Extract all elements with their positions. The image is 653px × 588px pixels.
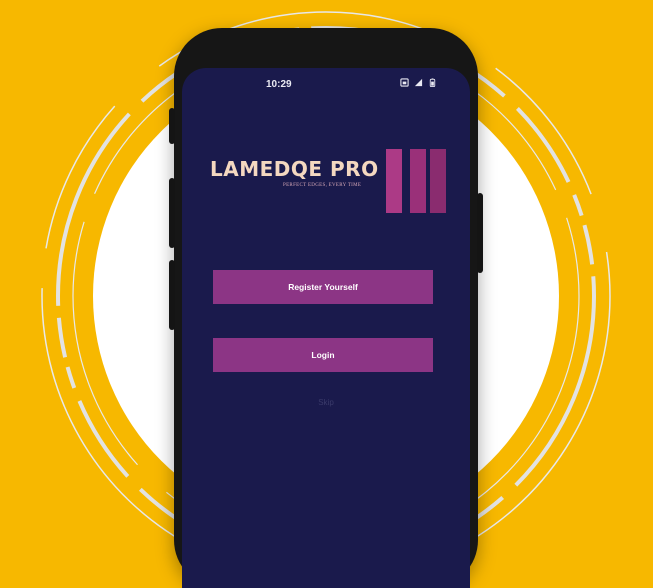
action-side-button [169,108,175,144]
logo-wordmark: LAMEDQE PRO [210,157,379,181]
battery-icon [429,78,436,87]
logo-bar-2 [410,149,426,213]
phone-mockup: 10:29 LAMEDQE PRO PERFECT EDGES, EVERY T… [169,28,483,588]
app-logo: LAMEDQE PRO PERFECT EDGES, EVERY TIME [210,149,468,213]
status-time: 10:29 [266,79,292,90]
signal-icon [414,78,423,87]
app-screen: 10:29 LAMEDQE PRO PERFECT EDGES, EVERY T… [182,68,470,588]
power-side-button [477,193,483,273]
volume-down-side-button [169,260,175,330]
sim-icon [400,78,409,87]
skip-link[interactable]: Skip [182,398,470,407]
volume-up-side-button [169,178,175,248]
logo-bar-1 [386,149,402,213]
logo-bar-3 [430,149,446,213]
logo-tagline: PERFECT EDGES, EVERY TIME [283,183,362,188]
register-button[interactable]: Register Yourself [213,270,433,304]
status-icons [400,78,437,87]
login-button[interactable]: Login [213,338,433,372]
